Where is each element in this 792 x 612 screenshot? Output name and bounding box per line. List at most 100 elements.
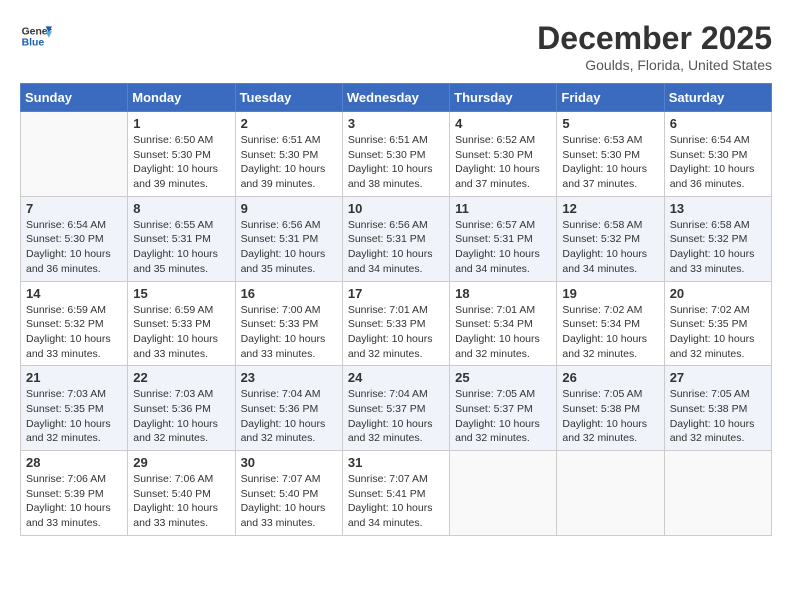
day-number: 10 <box>348 201 444 216</box>
day-number: 30 <box>241 455 337 470</box>
calendar-cell: 26 Sunrise: 7:05 AM Sunset: 5:38 PM Dayli… <box>557 366 664 451</box>
day-info: Sunrise: 6:51 AM Sunset: 5:30 PM Dayligh… <box>241 133 337 192</box>
calendar-cell: 21Sunrise: 7:03 AM Sunset: 5:35 PM Dayli… <box>21 366 128 451</box>
calendar-cell: 2 Sunrise: 6:51 AM Sunset: 5:30 PM Daylig… <box>235 112 342 197</box>
calendar-cell: 9 Sunrise: 6:56 AM Sunset: 5:31 PM Daylig… <box>235 196 342 281</box>
day-info: Sunrise: 6:50 AM Sunset: 5:30 PM Dayligh… <box>133 133 229 192</box>
day-number: 6 <box>670 116 766 131</box>
day-info: Sunrise: 7:02 AM Sunset: 5:35 PM Dayligh… <box>670 303 766 362</box>
day-info: Sunrise: 6:52 AM Sunset: 5:30 PM Dayligh… <box>455 133 551 192</box>
day-info: Sunrise: 6:59 AM Sunset: 5:33 PM Dayligh… <box>133 303 229 362</box>
weekday-header-row: SundayMondayTuesdayWednesdayThursdayFrid… <box>21 84 772 112</box>
calendar-cell: 12Sunrise: 6:58 AM Sunset: 5:32 PM Dayli… <box>557 196 664 281</box>
day-number: 22 <box>133 370 229 385</box>
day-info: Sunrise: 7:03 AM Sunset: 5:36 PM Dayligh… <box>133 387 229 446</box>
day-number: 27 <box>670 370 766 385</box>
day-number: 23 <box>241 370 337 385</box>
calendar-cell <box>557 451 664 536</box>
calendar-cell: 1 Sunrise: 6:50 AM Sunset: 5:30 PM Daylig… <box>128 112 235 197</box>
calendar-cell: 29Sunrise: 7:06 AM Sunset: 5:40 PM Dayli… <box>128 451 235 536</box>
day-number: 25 <box>455 370 551 385</box>
page-header: General Blue December 2025 Goulds, Flori… <box>20 20 772 73</box>
day-info: Sunrise: 7:01 AM Sunset: 5:34 PM Dayligh… <box>455 303 551 362</box>
day-info: Sunrise: 6:56 AM Sunset: 5:31 PM Dayligh… <box>348 218 444 277</box>
day-number: 13 <box>670 201 766 216</box>
day-number: 7 <box>26 201 122 216</box>
day-number: 17 <box>348 286 444 301</box>
day-info: Sunrise: 6:56 AM Sunset: 5:31 PM Dayligh… <box>241 218 337 277</box>
calendar-cell: 6 Sunrise: 6:54 AM Sunset: 5:30 PM Daylig… <box>664 112 771 197</box>
calendar-cell: 17Sunrise: 7:01 AM Sunset: 5:33 PM Dayli… <box>342 281 449 366</box>
calendar-table: SundayMondayTuesdayWednesdayThursdayFrid… <box>20 83 772 536</box>
day-number: 29 <box>133 455 229 470</box>
calendar-cell: 23 Sunrise: 7:04 AM Sunset: 5:36 PM Dayli… <box>235 366 342 451</box>
day-info: Sunrise: 7:05 AM Sunset: 5:38 PM Dayligh… <box>562 387 658 446</box>
logo-icon: General Blue <box>20 20 52 52</box>
day-info: Sunrise: 6:51 AM Sunset: 5:30 PM Dayligh… <box>348 133 444 192</box>
title-area: December 2025 Goulds, Florida, United St… <box>537 20 772 73</box>
day-number: 1 <box>133 116 229 131</box>
day-info: Sunrise: 7:05 AM Sunset: 5:38 PM Dayligh… <box>670 387 766 446</box>
calendar-cell: 28 Sunrise: 7:06 AM Sunset: 5:39 PM Dayli… <box>21 451 128 536</box>
calendar-cell <box>450 451 557 536</box>
day-info: Sunrise: 7:02 AM Sunset: 5:34 PM Dayligh… <box>562 303 658 362</box>
day-info: Sunrise: 7:06 AM Sunset: 5:39 PM Dayligh… <box>26 472 122 531</box>
day-info: Sunrise: 6:57 AM Sunset: 5:31 PM Dayligh… <box>455 218 551 277</box>
calendar-cell: 13 Sunrise: 6:58 AM Sunset: 5:32 PM Dayli… <box>664 196 771 281</box>
calendar-cell: 31 Sunrise: 7:07 AM Sunset: 5:41 PM Dayli… <box>342 451 449 536</box>
day-info: Sunrise: 7:07 AM Sunset: 5:40 PM Dayligh… <box>241 472 337 531</box>
day-number: 18 <box>455 286 551 301</box>
calendar-cell: 19 Sunrise: 7:02 AM Sunset: 5:34 PM Dayli… <box>557 281 664 366</box>
day-info: Sunrise: 7:04 AM Sunset: 5:36 PM Dayligh… <box>241 387 337 446</box>
day-number: 26 <box>562 370 658 385</box>
calendar-cell <box>664 451 771 536</box>
calendar-cell: 27 Sunrise: 7:05 AM Sunset: 5:38 PM Dayli… <box>664 366 771 451</box>
day-number: 31 <box>348 455 444 470</box>
calendar-week-row: 14 Sunrise: 6:59 AM Sunset: 5:32 PM Dayli… <box>21 281 772 366</box>
calendar-cell: 7 Sunrise: 6:54 AM Sunset: 5:30 PM Daylig… <box>21 196 128 281</box>
day-number: 28 <box>26 455 122 470</box>
calendar-cell: 16 Sunrise: 7:00 AM Sunset: 5:33 PM Dayli… <box>235 281 342 366</box>
day-info: Sunrise: 7:05 AM Sunset: 5:37 PM Dayligh… <box>455 387 551 446</box>
calendar-week-row: 1 Sunrise: 6:50 AM Sunset: 5:30 PM Daylig… <box>21 112 772 197</box>
day-info: Sunrise: 6:54 AM Sunset: 5:30 PM Dayligh… <box>26 218 122 277</box>
calendar-week-row: 7 Sunrise: 6:54 AM Sunset: 5:30 PM Daylig… <box>21 196 772 281</box>
calendar-cell: 20 Sunrise: 7:02 AM Sunset: 5:35 PM Dayli… <box>664 281 771 366</box>
day-number: 5 <box>562 116 658 131</box>
day-number: 14 <box>26 286 122 301</box>
weekday-header-wednesday: Wednesday <box>342 84 449 112</box>
day-info: Sunrise: 7:03 AM Sunset: 5:35 PM Dayligh… <box>26 387 122 446</box>
day-number: 20 <box>670 286 766 301</box>
location: Goulds, Florida, United States <box>537 57 772 73</box>
weekday-header-saturday: Saturday <box>664 84 771 112</box>
day-number: 9 <box>241 201 337 216</box>
logo: General Blue <box>20 20 52 52</box>
day-number: 16 <box>241 286 337 301</box>
weekday-header-sunday: Sunday <box>21 84 128 112</box>
month-title: December 2025 <box>537 20 772 57</box>
calendar-cell: 8Sunrise: 6:55 AM Sunset: 5:31 PM Daylig… <box>128 196 235 281</box>
day-number: 2 <box>241 116 337 131</box>
day-info: Sunrise: 7:00 AM Sunset: 5:33 PM Dayligh… <box>241 303 337 362</box>
day-number: 11 <box>455 201 551 216</box>
day-info: Sunrise: 6:55 AM Sunset: 5:31 PM Dayligh… <box>133 218 229 277</box>
calendar-cell: 18 Sunrise: 7:01 AM Sunset: 5:34 PM Dayli… <box>450 281 557 366</box>
day-info: Sunrise: 6:53 AM Sunset: 5:30 PM Dayligh… <box>562 133 658 192</box>
svg-text:Blue: Blue <box>22 38 45 49</box>
calendar-cell: 24Sunrise: 7:04 AM Sunset: 5:37 PM Dayli… <box>342 366 449 451</box>
day-number: 24 <box>348 370 444 385</box>
calendar-cell: 15Sunrise: 6:59 AM Sunset: 5:33 PM Dayli… <box>128 281 235 366</box>
calendar-cell: 4 Sunrise: 6:52 AM Sunset: 5:30 PM Daylig… <box>450 112 557 197</box>
calendar-cell: 25 Sunrise: 7:05 AM Sunset: 5:37 PM Dayli… <box>450 366 557 451</box>
day-number: 4 <box>455 116 551 131</box>
weekday-header-monday: Monday <box>128 84 235 112</box>
weekday-header-friday: Friday <box>557 84 664 112</box>
calendar-cell: 11 Sunrise: 6:57 AM Sunset: 5:31 PM Dayli… <box>450 196 557 281</box>
calendar-cell: 14 Sunrise: 6:59 AM Sunset: 5:32 PM Dayli… <box>21 281 128 366</box>
day-number: 19 <box>562 286 658 301</box>
day-info: Sunrise: 6:59 AM Sunset: 5:32 PM Dayligh… <box>26 303 122 362</box>
day-info: Sunrise: 7:07 AM Sunset: 5:41 PM Dayligh… <box>348 472 444 531</box>
day-info: Sunrise: 6:58 AM Sunset: 5:32 PM Dayligh… <box>670 218 766 277</box>
day-info: Sunrise: 6:54 AM Sunset: 5:30 PM Dayligh… <box>670 133 766 192</box>
day-info: Sunrise: 6:58 AM Sunset: 5:32 PM Dayligh… <box>562 218 658 277</box>
